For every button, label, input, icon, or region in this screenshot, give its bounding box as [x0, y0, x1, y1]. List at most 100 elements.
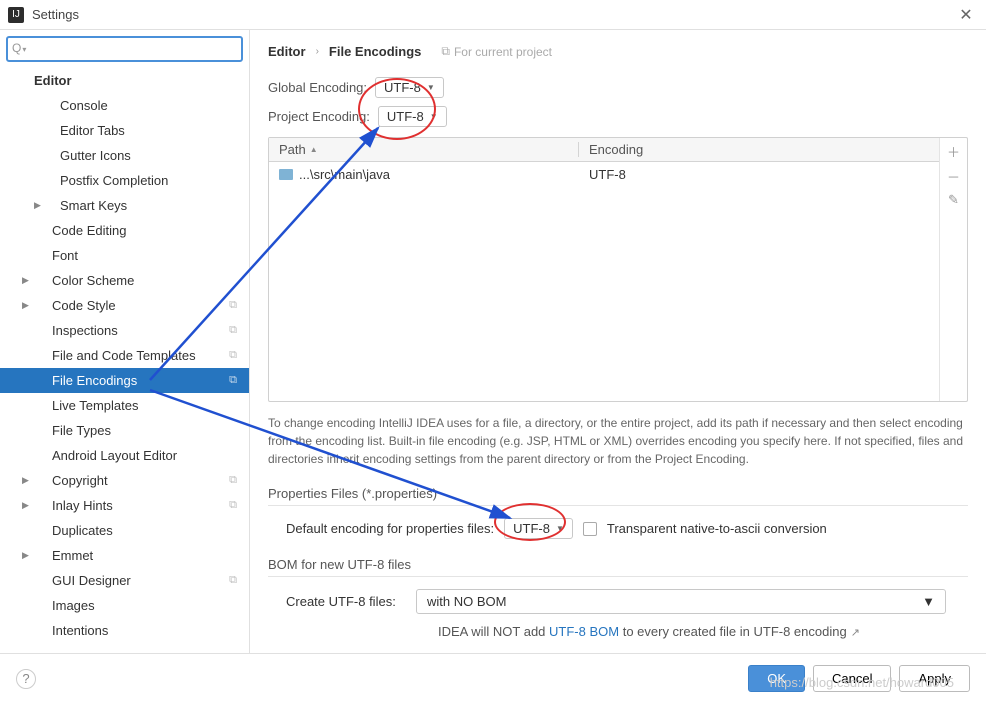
- sidebar-item[interactable]: Images: [0, 593, 249, 618]
- copy-icon: ⧉: [229, 374, 237, 387]
- sidebar-item-label: Inspections: [52, 323, 118, 338]
- copy-icon: ⧉: [229, 474, 237, 487]
- table-row[interactable]: ...\src\main\java UTF-8: [269, 162, 939, 186]
- search-icon: Q: [12, 41, 26, 55]
- help-text: To change encoding IntelliJ IDEA uses fo…: [268, 414, 968, 468]
- sidebar-item[interactable]: Intentions: [0, 618, 249, 643]
- bom-create-label: Create UTF-8 files:: [286, 594, 406, 609]
- sort-asc-icon: ▲: [310, 145, 318, 154]
- app-icon: IJ: [8, 7, 24, 23]
- search-input[interactable]: [6, 36, 243, 62]
- sidebar-item-label: Console: [60, 98, 108, 113]
- sidebar-item[interactable]: Inspections⧉: [0, 318, 249, 343]
- sidebar-item[interactable]: Postfix Completion: [0, 168, 249, 193]
- project-encoding-label: Project Encoding:: [268, 109, 370, 124]
- copy-icon: ⧉: [229, 299, 237, 312]
- bom-create-select[interactable]: with NO BOM ▼: [416, 589, 946, 614]
- path-text: ...\src\main\java: [299, 167, 390, 182]
- caret-down-icon: ▼: [922, 594, 935, 609]
- sidebar-item-label: Font: [52, 248, 78, 263]
- sidebar-item[interactable]: Font: [0, 243, 249, 268]
- sidebar-item[interactable]: ▶ Copyright ⧉: [0, 468, 249, 493]
- sidebar-item[interactable]: File Types: [0, 418, 249, 443]
- breadcrumb-leaf: File Encodings: [329, 44, 421, 59]
- sidebar-item-label: Code Style: [52, 298, 116, 313]
- sidebar-item[interactable]: Gutter Icons: [0, 143, 249, 168]
- copy-icon: ⧉: [229, 499, 237, 512]
- apply-button[interactable]: Apply: [899, 665, 970, 692]
- add-icon[interactable]: ＋: [947, 142, 960, 161]
- scope-badge: ⧉ For current project: [441, 44, 552, 59]
- expand-arrow-icon: ▶: [22, 275, 32, 286]
- annotation-ellipse: [494, 503, 566, 541]
- expand-arrow-icon: ▶: [22, 550, 32, 561]
- sidebar-item-label: File Encodings: [52, 373, 137, 388]
- bom-note: IDEA will NOT add UTF-8 BOM to every cre…: [268, 624, 968, 639]
- cancel-button[interactable]: Cancel: [813, 665, 891, 692]
- sidebar-item-label: Gutter Icons: [60, 148, 131, 163]
- props-encoding-label: Default encoding for properties files:: [286, 521, 494, 536]
- sidebar-item[interactable]: ▶ Smart Keys: [0, 193, 249, 218]
- col-encoding[interactable]: Encoding: [579, 142, 939, 157]
- window-title: Settings: [32, 7, 954, 22]
- bom-section-title: BOM for new UTF-8 files: [268, 557, 968, 577]
- footer: ? OK Cancel Apply: [0, 653, 986, 703]
- sidebar-item[interactable]: Console: [0, 93, 249, 118]
- sidebar-item[interactable]: Live Templates: [0, 393, 249, 418]
- sidebar-item-label: File Types: [52, 423, 111, 438]
- sidebar-item-label: Copyright: [52, 473, 108, 488]
- sidebar-item[interactable]: Duplicates: [0, 518, 249, 543]
- breadcrumb-root: Editor: [268, 44, 306, 59]
- sidebar-item-label: GUI Designer: [52, 573, 131, 588]
- expand-arrow-icon: ▶: [22, 500, 32, 511]
- annotation-ellipse: [358, 78, 436, 140]
- copy-icon: ⧉: [229, 574, 237, 587]
- folder-icon: [279, 169, 293, 180]
- properties-section-title: Properties Files (*.properties): [268, 486, 968, 506]
- sidebar-item[interactable]: Editor Tabs: [0, 118, 249, 143]
- transparent-ascii-label: Transparent native-to-ascii conversion: [607, 521, 827, 536]
- edit-icon[interactable]: ✎: [948, 192, 959, 208]
- sidebar-item[interactable]: ▶ Inlay Hints ⧉: [0, 493, 249, 518]
- sidebar-item-label: Intentions: [52, 623, 108, 638]
- sidebar-item-label: Images: [52, 598, 95, 613]
- help-button[interactable]: ?: [16, 669, 36, 689]
- sidebar-item[interactable]: Android Layout Editor: [0, 443, 249, 468]
- sidebar-item[interactable]: File Encodings ⧉: [0, 368, 249, 393]
- expand-arrow-icon: ▶: [22, 300, 32, 311]
- chevron-right-icon: ›: [316, 46, 319, 57]
- close-icon[interactable]: ✕: [954, 5, 978, 25]
- sidebar-item-label: Android Layout Editor: [52, 448, 177, 463]
- sidebar-item-label: Editor Tabs: [60, 123, 125, 138]
- table-toolbar: ＋ － ✎: [939, 138, 967, 401]
- sidebar-item-label: Code Editing: [52, 223, 126, 238]
- copy-icon: ⧉: [229, 349, 237, 362]
- remove-icon[interactable]: －: [947, 167, 960, 186]
- expand-arrow-icon: ▶: [22, 475, 32, 486]
- sidebar-item[interactable]: File and Code Templates ⧉: [0, 343, 249, 368]
- content-pane: Editor › File Encodings ⧉ For current pr…: [250, 30, 986, 653]
- sidebar-item[interactable]: ▶ Color Scheme: [0, 268, 249, 293]
- sidebar-item-label: File and Code Templates: [52, 348, 196, 363]
- sidebar-item[interactable]: Code Editing: [0, 218, 249, 243]
- sidebar-item-label: Color Scheme: [52, 273, 134, 288]
- sidebar-item-label: Duplicates: [52, 523, 113, 538]
- expand-arrow-icon: ▶: [34, 200, 44, 211]
- sidebar-item[interactable]: Editor: [0, 68, 249, 93]
- global-encoding-label: Global Encoding:: [268, 80, 367, 95]
- col-path[interactable]: Path ▲: [269, 142, 579, 157]
- sidebar-item[interactable]: ▶Emmet: [0, 543, 249, 568]
- encoding-text: UTF-8: [579, 167, 939, 182]
- transparent-ascii-checkbox[interactable]: [583, 522, 597, 536]
- sidebar-item-label: Inlay Hints: [52, 498, 113, 513]
- copy-icon: ⧉: [441, 44, 450, 59]
- search-box: Q: [6, 36, 243, 62]
- external-link-icon: ↗: [851, 627, 860, 639]
- sidebar-item-label: Smart Keys: [60, 198, 127, 213]
- sidebar: Q Editor Console Editor Tabs Gutter Icons Po…: [0, 30, 250, 653]
- ok-button[interactable]: OK: [748, 665, 805, 692]
- sidebar-item[interactable]: GUI Designer ⧉: [0, 568, 249, 593]
- sidebar-item[interactable]: ▶ Code Style ⧉: [0, 293, 249, 318]
- bom-link[interactable]: UTF-8 BOM: [549, 624, 619, 639]
- settings-tree[interactable]: Editor Console Editor Tabs Gutter Icons Post…: [0, 68, 249, 653]
